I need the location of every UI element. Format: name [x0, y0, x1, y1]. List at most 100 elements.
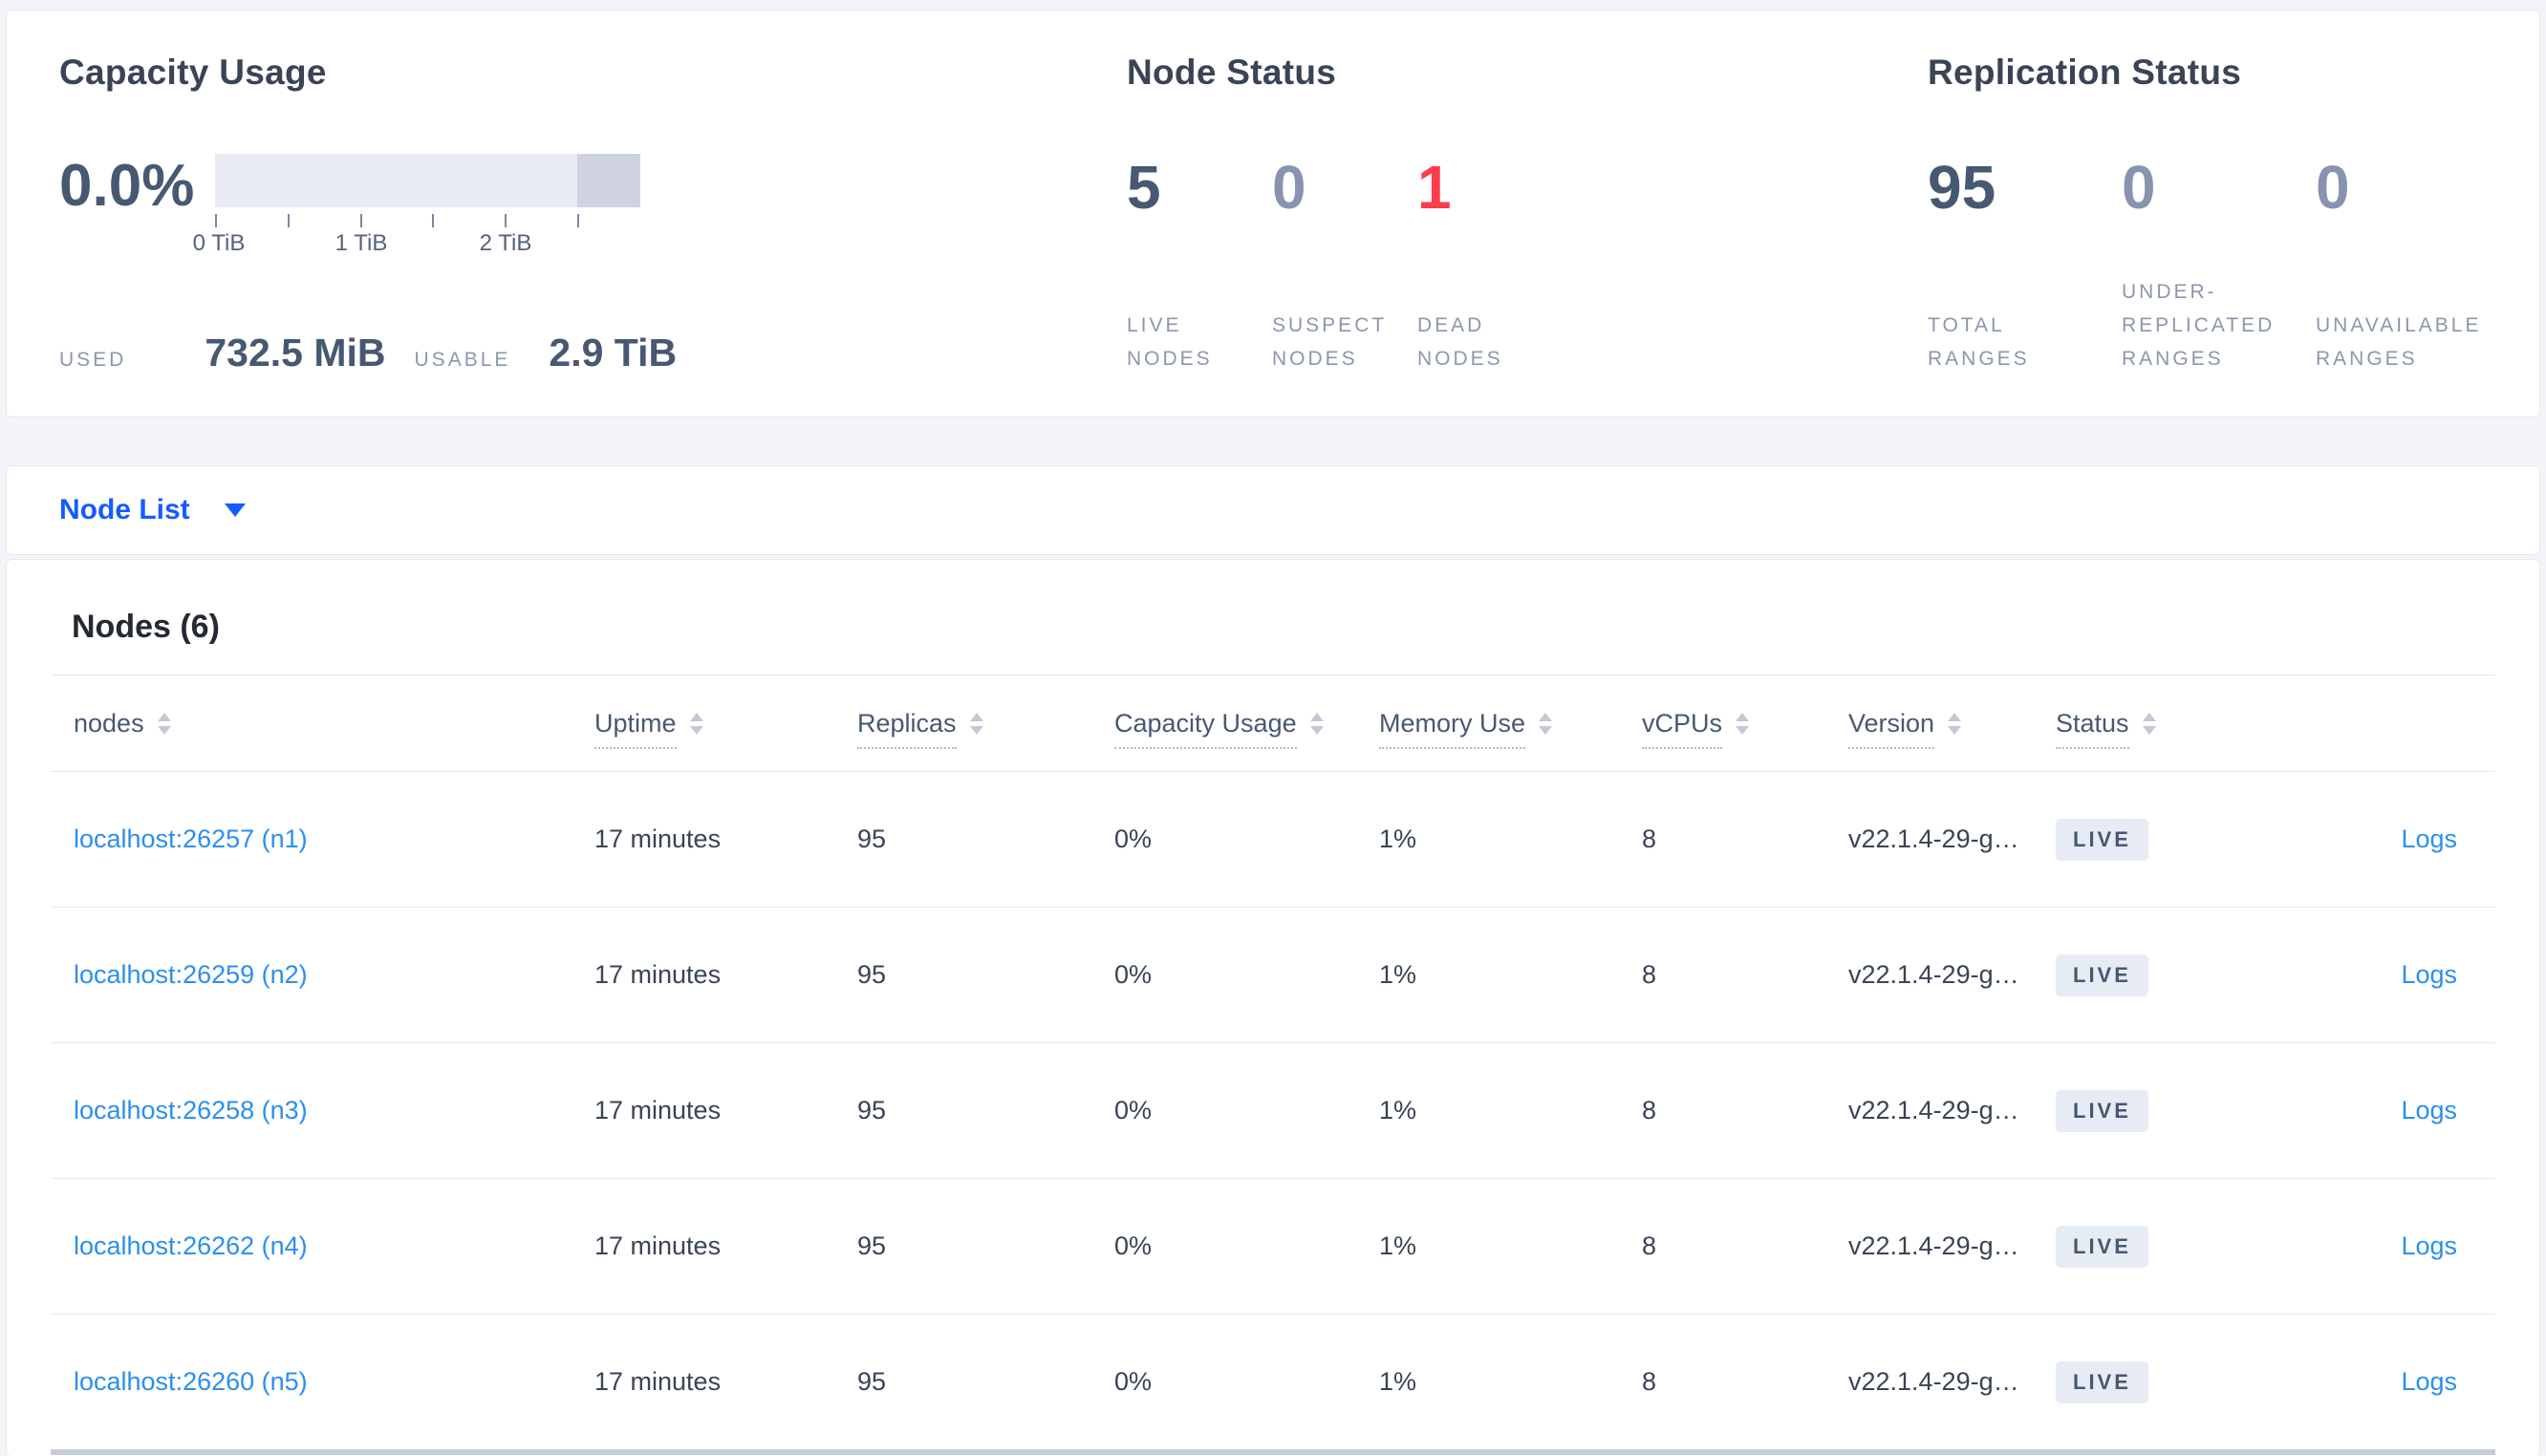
capacity-axis-labels: 0 TiB 1 TiB 2 TiB [193, 228, 640, 257]
capacity-bar-used-segment [577, 154, 640, 207]
column-header-replicas[interactable]: Replicas [857, 709, 1114, 749]
capacity-usage-cell: 0% [1114, 960, 1153, 989]
sort-arrows-icon [1309, 712, 1324, 735]
vcpus-cell: 8 [1642, 824, 1657, 853]
total-ranges-stat: 95 TOTAL RANGES [1928, 154, 2122, 375]
uptime-cell: 17 minutes [594, 1231, 722, 1260]
status-badge: LIVE [2056, 953, 2148, 996]
uptime-cell: 17 minutes [594, 1096, 722, 1124]
node-status-section: Node Status 5 LIVE NODES 0 SUSPECT NODES… [1127, 11, 1928, 417]
memory-use-cell: 1% [1379, 1231, 1417, 1260]
capacity-usage-bar-chart: 0 TiB 1 TiB 2 TiB [193, 154, 640, 257]
table-row: localhost:26262 (n4) 17 minutes 95 0% 1%… [51, 1179, 2495, 1315]
nodes-table: nodes Uptime Replicas Capacity Usage Mem… [51, 675, 2495, 1455]
status-badge: LIVE [2056, 1089, 2148, 1132]
cluster-summary-panel: Capacity Usage 0.0% 0 TiB 1 TiB 2 TiB US… [6, 10, 2540, 418]
capacity-usage-cell: 0% [1114, 824, 1153, 853]
suspect-nodes-stat: 0 SUSPECT NODES [1272, 154, 1417, 375]
version-cell: v22.1.4-29-g… [1848, 1231, 2019, 1260]
logs-link[interactable]: Logs [2401, 824, 2457, 853]
column-header-memory-use[interactable]: Memory Use [1379, 709, 1642, 749]
used-value: 732.5 MiB [205, 331, 386, 375]
replication-status-title: Replication Status [1928, 53, 2242, 92]
unavailable-ranges-value: 0 [2316, 153, 2350, 222]
table-row: localhost:26259 (n2) 17 minutes 95 0% 1%… [51, 908, 2495, 1043]
node-address-link[interactable]: localhost:26260 (n5) [74, 1367, 308, 1396]
node-address-link[interactable]: localhost:26262 (n4) [74, 1231, 308, 1260]
cluster-overview-page: Capacity Usage 0.0% 0 TiB 1 TiB 2 TiB US… [0, 0, 2546, 1456]
sort-arrows-icon [157, 712, 171, 735]
logs-link[interactable]: Logs [2401, 1096, 2457, 1124]
under-replicated-label: UNDER-REPLICATED RANGES [2122, 281, 2276, 370]
capacity-usage-section: Capacity Usage 0.0% 0 TiB 1 TiB 2 TiB US… [59, 11, 1127, 417]
tick-label-2: 2 TiB [479, 230, 532, 256]
column-header-vcpus[interactable]: vCPUs [1642, 709, 1848, 749]
total-ranges-label: TOTAL RANGES [1928, 314, 2030, 370]
capacity-axis-ticks [215, 207, 640, 228]
capacity-bar [215, 154, 640, 207]
replicas-cell: 95 [857, 1367, 887, 1396]
version-cell: v22.1.4-29-g… [1848, 824, 2019, 853]
logs-link[interactable]: Logs [2401, 1367, 2457, 1396]
column-header-status[interactable]: Status [2056, 709, 2247, 749]
node-address-link[interactable]: localhost:26258 (n3) [74, 1096, 308, 1124]
dead-nodes-label: DEAD NODES [1417, 314, 1503, 370]
vcpus-cell: 8 [1642, 1096, 1657, 1124]
uptime-cell: 17 minutes [594, 824, 722, 853]
sort-arrows-icon [969, 712, 983, 735]
status-badge: LIVE [2056, 1225, 2148, 1268]
node-list-dropdown[interactable]: Node List [6, 465, 2540, 555]
memory-use-cell: 1% [1379, 1096, 1417, 1124]
suspect-nodes-label: SUSPECT NODES [1272, 314, 1387, 370]
capacity-usage-cell: 0% [1114, 1231, 1153, 1260]
sort-arrows-icon [689, 712, 703, 735]
replication-status-section: Replication Status 95 TOTAL RANGES 0 UND… [1928, 11, 2539, 417]
capacity-usage-cell: 0% [1114, 1367, 1153, 1396]
node-address-link[interactable]: localhost:26259 (n2) [74, 960, 308, 989]
replicas-cell: 95 [857, 1231, 887, 1260]
uptime-cell: 17 minutes [594, 960, 722, 989]
under-replicated-value: 0 [2122, 153, 2156, 222]
under-replicated-stat: 0 UNDER-REPLICATED RANGES [2122, 154, 2316, 375]
logs-link[interactable]: Logs [2401, 1231, 2457, 1260]
table-row: localhost:26257 (n1) 17 minutes 95 0% 1%… [51, 772, 2495, 908]
replicas-cell: 95 [857, 1096, 887, 1124]
status-badge: LIVE [2056, 1360, 2148, 1403]
used-label: USED [59, 349, 127, 371]
suspect-nodes-value: 0 [1272, 153, 1306, 222]
column-header-nodes[interactable]: nodes [51, 709, 594, 739]
logs-link[interactable]: Logs [2401, 960, 2457, 989]
vcpus-cell: 8 [1642, 1231, 1657, 1260]
sort-arrows-icon [1736, 712, 1750, 735]
dead-nodes-stat: 1 DEAD NODES [1417, 154, 1563, 375]
sort-arrows-icon [1539, 712, 1553, 735]
capacity-stats: USED 732.5 MiB USABLE 2.9 TiB [59, 331, 1127, 375]
nodes-table-header: nodes Uptime Replicas Capacity Usage Mem… [51, 675, 2495, 772]
version-cell: v22.1.4-29-g… [1848, 1367, 2019, 1396]
column-header-capacity-usage[interactable]: Capacity Usage [1114, 709, 1379, 749]
column-header-uptime[interactable]: Uptime [594, 709, 857, 749]
replicas-cell: 95 [857, 824, 887, 853]
vcpus-cell: 8 [1642, 1367, 1657, 1396]
column-header-version[interactable]: Version [1848, 709, 2056, 749]
node-address-link[interactable]: localhost:26257 (n1) [74, 824, 308, 853]
capacity-usage-cell: 0% [1114, 1096, 1153, 1124]
usable-label: USABLE [414, 349, 511, 371]
unavailable-ranges-stat: 0 UNAVAILABLE RANGES [2316, 154, 2510, 375]
nodes-panel: Nodes (6) nodes Uptime Replicas Capacity… [6, 559, 2540, 1456]
table-row: localhost:26260 (n5) 17 minutes 95 0% 1%… [51, 1315, 2495, 1449]
dead-nodes-value: 1 [1417, 153, 1452, 222]
capacity-usage-title: Capacity Usage [59, 53, 327, 92]
replicas-cell: 95 [857, 960, 887, 989]
total-ranges-value: 95 [1928, 153, 1996, 222]
caret-down-icon [224, 503, 246, 517]
table-bottom-divider [51, 1449, 2495, 1455]
capacity-used-percent: 0.0% [59, 153, 195, 219]
live-nodes-value: 5 [1127, 153, 1161, 222]
live-nodes-stat: 5 LIVE NODES [1127, 154, 1272, 375]
tick-label-0: 0 TiB [192, 230, 246, 256]
live-nodes-label: LIVE NODES [1127, 314, 1213, 370]
sort-arrows-icon [1948, 712, 1962, 735]
tick-label-1: 1 TiB [334, 230, 388, 256]
memory-use-cell: 1% [1379, 824, 1417, 853]
